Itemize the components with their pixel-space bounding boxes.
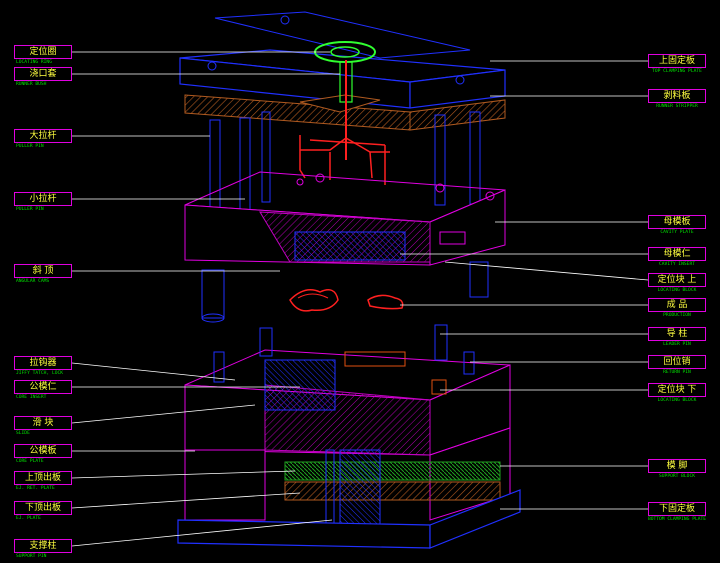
sublabel-cavity-insert: CAVITY INSERT — [659, 262, 695, 267]
label-return-pin: 回位销 — [648, 355, 706, 369]
sublabel-runner-stripper: RUNNER STRIPPER — [656, 104, 698, 109]
label-locating-block-lower: 定位块 下 — [648, 383, 706, 397]
label-support-block: 模 脚 — [648, 459, 706, 473]
top-clamping-plate — [179, 11, 506, 109]
label-small-puller-pin: 小拉杆 — [14, 192, 72, 206]
sublabel-return-pin: RETURN PIN — [663, 370, 691, 375]
label-leader-pin: 导 柱 — [648, 327, 706, 341]
sublabel-slide: SLIDE — [16, 431, 30, 436]
label-core-plate: 公模板 — [14, 444, 72, 458]
label-latch-lock: 拉钩器 — [14, 356, 72, 370]
sublabel-locating-ring: LOCATING RING — [16, 60, 52, 65]
core-plate — [184, 349, 511, 456]
sublabel-locating-block-upper: LOCATING BLOCK — [657, 288, 697, 293]
sublabel-support-block: SUPPORT BLOCK — [659, 474, 695, 479]
sublabel-locating-block-lower: LOCATING BLOCK — [657, 398, 697, 403]
sublabel-cavity-plate: CAVITY PLATE — [660, 230, 694, 235]
label-bottom-clamping-plate: 下固定板 — [648, 502, 706, 516]
label-runner-stripper: 剥料板 — [648, 89, 706, 103]
sublabel-top-clamping-plate: TOP CLAMPING PLATE — [652, 69, 702, 74]
sublabel-ej-plate: EJ. PLATE — [16, 516, 41, 521]
label-large-puller-pin: 大拉杆 — [14, 129, 72, 143]
sublabel-core-insert: CORE INSERT — [16, 395, 47, 400]
label-ej-plate: 下顶出板 — [14, 501, 72, 515]
mold-diagram — [71, 11, 649, 549]
sublabel-large-puller-pin: PULLER PIN — [16, 144, 44, 149]
label-core-insert: 公模仁 — [14, 380, 72, 394]
label-production: 成 品 — [648, 298, 706, 312]
label-slide: 滑 块 — [14, 416, 72, 430]
label-locating-ring: 定位圈 — [14, 45, 72, 59]
sublabel-runner-bush: RUNNER BUSH — [16, 82, 47, 87]
label-support-pin: 支撑柱 — [14, 539, 72, 553]
sublabel-small-puller-pin: PULLER PIN — [16, 207, 44, 212]
production-parts — [289, 289, 404, 312]
label-cavity-insert: 母模仁 — [648, 247, 706, 261]
label-cavity-plate: 母模板 — [648, 215, 706, 229]
sublabel-bottom-clamping-plate: BOTTOM CLAMPING PLATE — [647, 517, 707, 522]
sublabel-support-pin: SUPPORT PIN — [16, 554, 47, 559]
sublabel-latch-lock: JIFFY TATCH, LOCK — [16, 371, 64, 376]
sublabel-angular-cams: ANGULAR CAMS — [16, 279, 50, 284]
sublabel-production: PRODUCTION — [663, 313, 691, 318]
label-top-clamping-plate: 上固定板 — [648, 54, 706, 68]
cavity-plate — [184, 171, 506, 266]
sublabel-leader-pin: LEADER PIN — [663, 342, 691, 347]
label-angular-cams: 斜 顶 — [14, 264, 72, 278]
label-runner-bush: 浇口套 — [14, 67, 72, 81]
leader-pins — [213, 324, 475, 383]
sublabel-core-plate: CORE PLATE — [16, 459, 44, 464]
sublabel-ej-ret-plate: EJ. RET. PLATE — [16, 486, 55, 491]
label-ej-ret-plate: 上顶出板 — [14, 471, 72, 485]
label-locating-block-upper: 定位块 上 — [648, 273, 706, 287]
